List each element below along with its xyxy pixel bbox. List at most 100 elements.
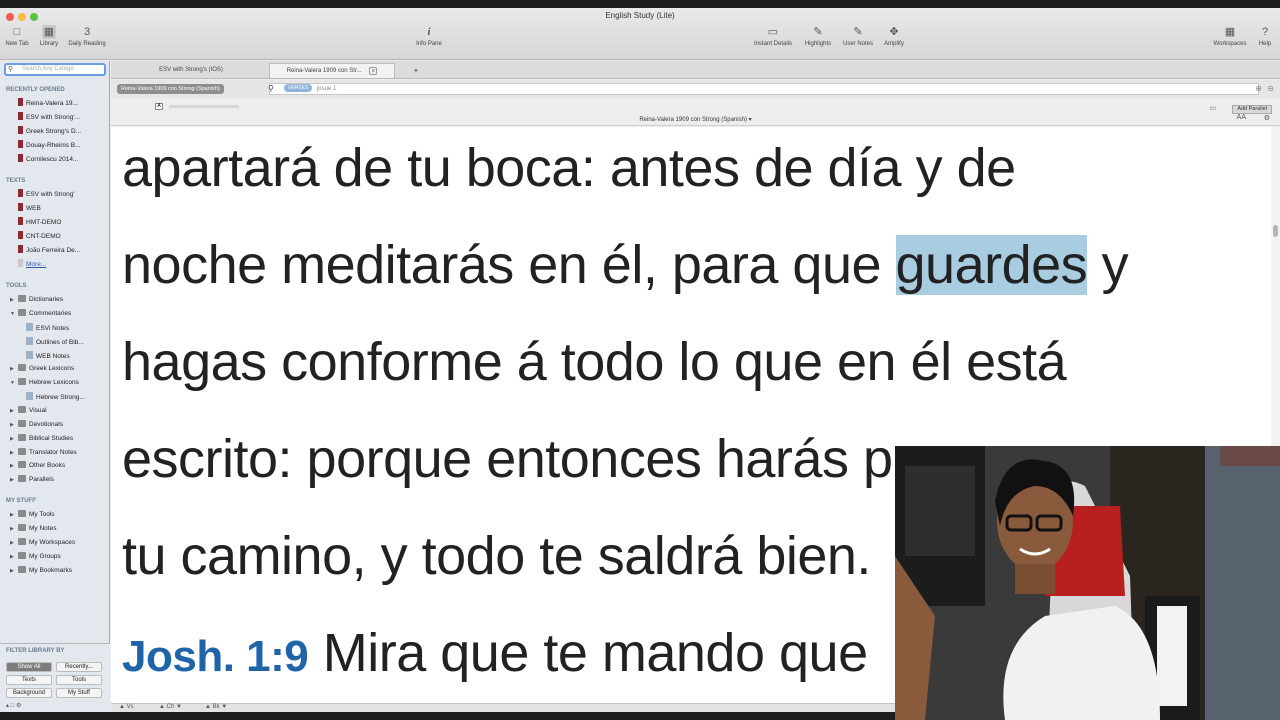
- disclosure-right-icon[interactable]: ▶: [10, 463, 18, 469]
- verse-nav[interactable]: ▲ Vs: [119, 704, 134, 710]
- disclosure-right-icon[interactable]: ▶: [10, 297, 18, 303]
- workspaces-icon: ▦: [1224, 26, 1236, 38]
- book-nav[interactable]: ▲ Bk ▼: [205, 704, 227, 710]
- filter-header: FILTER LIBRARY BY: [6, 648, 65, 654]
- filter-tools-button[interactable]: Tools: [56, 675, 102, 685]
- text-item[interactable]: João Ferreira De...: [18, 245, 80, 254]
- disclosure-right-icon[interactable]: ▶: [10, 540, 18, 546]
- recent-item[interactable]: Reina-Valera 19...: [18, 98, 78, 107]
- disclosure-right-icon[interactable]: ▶: [10, 408, 18, 414]
- filter-background-button[interactable]: Background: [6, 688, 52, 698]
- disclosure-right-icon[interactable]: ▶: [10, 477, 18, 483]
- recent-item[interactable]: Greek Strong's D...: [18, 126, 81, 135]
- book-icon: [18, 231, 23, 239]
- tab-esv[interactable]: ESV with Strong's (IOS): [115, 63, 267, 78]
- tools-hebrew-lexicons[interactable]: ▼ Hebrew Lexicons: [10, 378, 79, 386]
- tab-close-icon[interactable]: x: [369, 67, 378, 75]
- instant-details-button[interactable]: ▭ Instant Details: [748, 25, 798, 47]
- folder-icon: [18, 406, 26, 413]
- filter-texts-button[interactable]: Texts: [6, 675, 52, 685]
- reference-input[interactable]: VERSES josue 1: [269, 83, 1259, 95]
- filter-show-all-button[interactable]: Show All: [6, 662, 52, 672]
- tab-reina-valera[interactable]: Reina-Valera 1909 con Str... x: [269, 63, 395, 78]
- tools-translator-notes[interactable]: ▶ Translator Notes: [10, 448, 77, 456]
- workspaces-button[interactable]: ▦ Workspaces: [1208, 25, 1252, 47]
- scroll-thumb[interactable]: [1273, 225, 1278, 237]
- panel-icon[interactable]: ▭: [1209, 104, 1216, 112]
- book-icon: [18, 245, 23, 253]
- commentary-item[interactable]: ESVi Notes: [26, 323, 69, 332]
- verse-text-line: Josh. 1:9 Mira que te mando que: [122, 623, 868, 683]
- filter-recently-button[interactable]: Recently...: [56, 662, 102, 672]
- text-item[interactable]: CNT-DEMO: [18, 231, 61, 240]
- go-icon[interactable]: ⊕: [1255, 84, 1262, 93]
- add-parallel-button[interactable]: Add Parallel: [1232, 105, 1272, 114]
- tools-greek-lexicons[interactable]: ▶ Greek Lexicons: [10, 364, 74, 372]
- tools-commentaries[interactable]: ▼ Commentaries: [10, 309, 71, 317]
- daily-reading-button[interactable]: 3 Daily Reading: [64, 25, 110, 47]
- info-pane-button[interactable]: i Info Pane: [410, 25, 448, 47]
- book-icon: [18, 98, 23, 106]
- resource-header-bar: A ▭ Add Parallel Reina-Valera 1909 con S…: [111, 98, 1280, 126]
- library-button[interactable]: ▦ Library: [36, 25, 62, 47]
- disclosure-right-icon[interactable]: ▶: [10, 450, 18, 456]
- new-tab-button[interactable]: □ New Tab: [4, 25, 30, 47]
- back-icon[interactable]: ⊖: [1267, 84, 1274, 93]
- highlights-button[interactable]: ✎ Highlights: [800, 25, 836, 47]
- amplify-button[interactable]: ✥ Amplify: [878, 25, 910, 47]
- disclosure-right-icon[interactable]: ▶: [10, 512, 18, 518]
- add-tab-button[interactable]: +: [409, 63, 423, 78]
- search-icon: ⚲: [268, 84, 274, 93]
- hebrew-lexicon-item[interactable]: Hebrew Strong...: [26, 392, 85, 401]
- my-workspaces[interactable]: ▶ My Workspaces: [10, 538, 75, 546]
- my-bookmarks[interactable]: ▶ My Bookmarks: [10, 566, 72, 574]
- folder-icon: [18, 566, 26, 573]
- disclosure-right-icon[interactable]: ▶: [10, 554, 18, 560]
- verse-reference-link[interactable]: Josh. 1:9: [122, 632, 309, 681]
- disclosure-right-icon[interactable]: ▶: [10, 568, 18, 574]
- tools-dictionaries[interactable]: ▶ Dictionaries: [10, 295, 63, 303]
- recently-opened-header: RECENTLY OPENED: [6, 87, 65, 93]
- folder-icon: [18, 510, 26, 517]
- disclosure-right-icon[interactable]: ▶: [10, 422, 18, 428]
- my-stuff-header: MY STUFF: [6, 498, 36, 504]
- highlighted-word[interactable]: guardes: [895, 235, 1088, 295]
- split-view-icon[interactable]: A: [155, 103, 163, 110]
- sidebar-footer-icons[interactable]: ▴ □ ⚙: [6, 702, 21, 709]
- recent-item[interactable]: Douay-Rheims B...: [18, 140, 81, 149]
- tools-devotionals[interactable]: ▶ Devotionals: [10, 420, 63, 428]
- verses-chip[interactable]: VERSES: [284, 84, 313, 93]
- resource-title[interactable]: Reina-Valera 1909 con Strong (Spanish) ▾: [111, 116, 1280, 123]
- user-notes-button[interactable]: ✎ User Notes: [838, 25, 878, 47]
- my-notes[interactable]: ▶ My Notes: [10, 524, 56, 532]
- help-button[interactable]: ? Help: [1254, 25, 1276, 47]
- my-groups[interactable]: ▶ My Groups: [10, 552, 61, 560]
- text-item[interactable]: WEB: [18, 203, 41, 212]
- folder-icon: [18, 295, 26, 302]
- resource-chip[interactable]: Reina-Valera 1909 con Strong (Spanish): [117, 84, 224, 94]
- recent-item[interactable]: ESV with Strong'...: [18, 112, 80, 121]
- text-item[interactable]: ESV with Strong': [18, 189, 75, 198]
- folder-icon: [18, 420, 26, 427]
- disclosure-right-icon[interactable]: ▶: [10, 436, 18, 442]
- library-search-input[interactable]: ⚲ Search Any Catego: [4, 63, 106, 76]
- commentary-item[interactable]: Outlines of Bib...: [26, 337, 84, 346]
- folder-icon: [18, 538, 26, 545]
- disclosure-down-icon[interactable]: ▼: [10, 380, 18, 386]
- tools-other-books[interactable]: ▶ Other Books: [10, 461, 65, 469]
- more-texts-link[interactable]: More...: [18, 259, 46, 268]
- tools-biblical-studies[interactable]: ▶ Biblical Studies: [10, 434, 73, 442]
- disclosure-right-icon[interactable]: ▶: [10, 526, 18, 532]
- disclosure-right-icon[interactable]: ▶: [10, 366, 18, 372]
- disclosure-down-icon[interactable]: ▼: [10, 311, 18, 317]
- tools-parallels[interactable]: ▶ Parallels: [10, 475, 54, 483]
- gear-icon[interactable]: ⚙: [1264, 114, 1270, 122]
- recent-item[interactable]: Cornilescu 2014...: [18, 154, 78, 163]
- my-tools[interactable]: ▶ My Tools: [10, 510, 55, 518]
- tools-visual[interactable]: ▶ Visual: [10, 406, 47, 414]
- commentary-item[interactable]: WEB Notes: [26, 351, 70, 360]
- text-item[interactable]: HMT-DEMO: [18, 217, 61, 226]
- filter-my-stuff-button[interactable]: My Stuff: [56, 688, 102, 698]
- chapter-nav[interactable]: ▲ Ch ▼: [159, 704, 182, 710]
- text-size-button[interactable]: AA: [1237, 114, 1246, 121]
